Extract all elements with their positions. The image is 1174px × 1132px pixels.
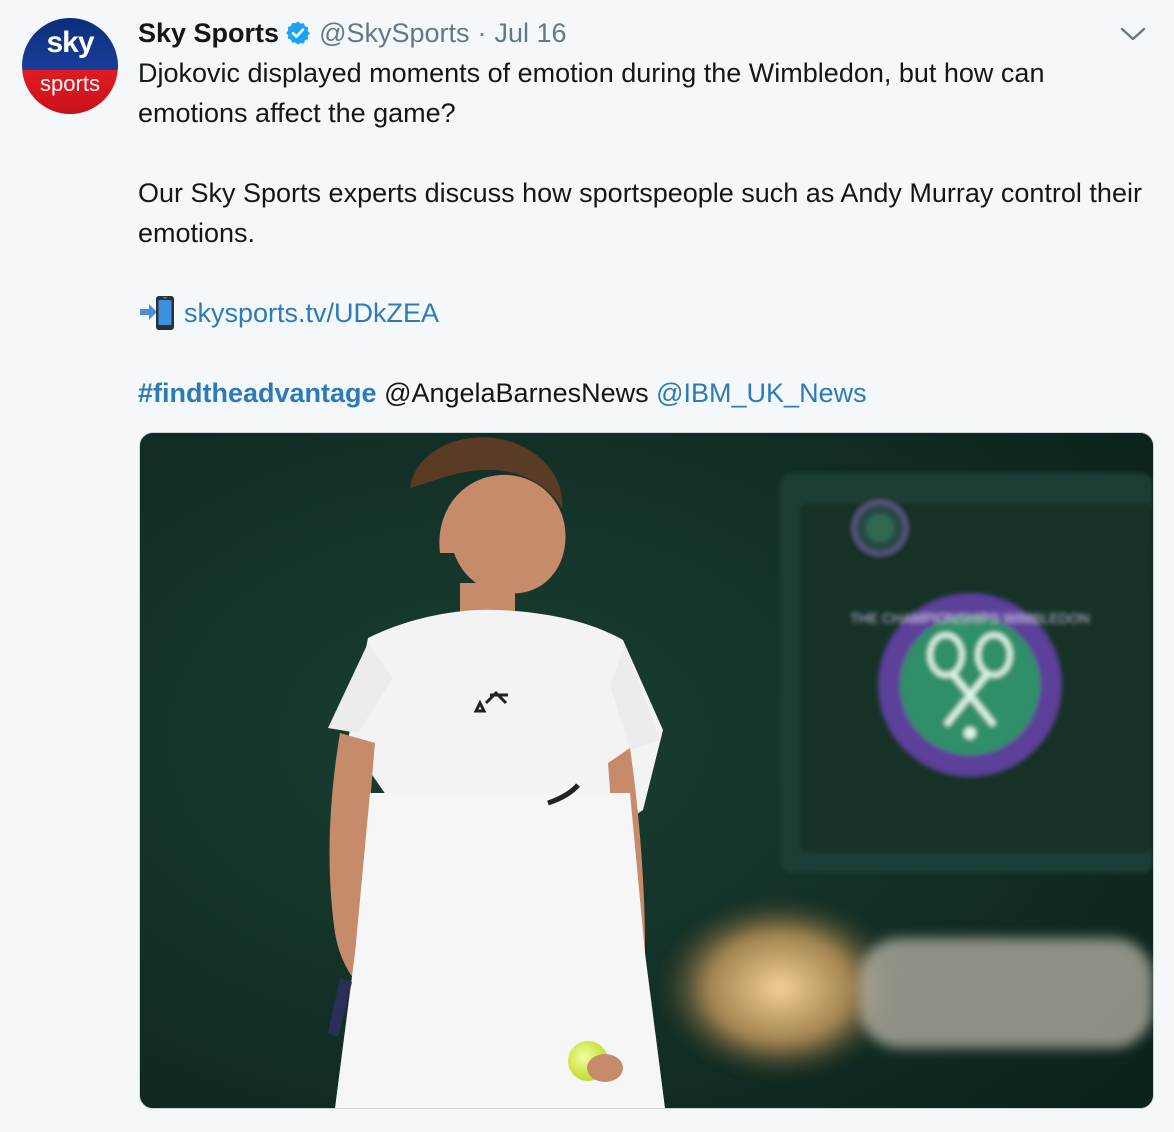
chevron-down-icon[interactable] bbox=[1118, 22, 1148, 46]
tweet-media-image[interactable]: THE CHAMPIONSHIPS WIMBLEDON bbox=[139, 432, 1154, 1109]
tweet-date[interactable]: Jul 16 bbox=[495, 16, 567, 50]
tweet-link[interactable]: skysports.tv/UDkZEA bbox=[184, 293, 439, 333]
tweet-header: Sky Sports @SkySports · Jul 16 bbox=[138, 16, 567, 50]
tweet-text: Djokovic displayed moments of emotion du… bbox=[138, 53, 1158, 413]
author-handle[interactable]: @SkySports bbox=[319, 16, 469, 50]
mention-ibm[interactable]: @IBM_UK_News bbox=[656, 378, 866, 408]
avatar-logo-sky: sky bbox=[46, 26, 94, 59]
mobile-phone-arrow-icon bbox=[138, 294, 178, 332]
avatar-logo-sports: sports bbox=[40, 71, 100, 96]
tags-line: #findtheadvantage @AngelaBarnesNews @IBM… bbox=[138, 373, 1158, 413]
link-line: skysports.tv/UDkZEA bbox=[138, 293, 1158, 333]
header-separator: · bbox=[477, 18, 487, 48]
tweet-paragraph-2: Our Sky Sports experts discuss how sport… bbox=[138, 178, 1142, 248]
avatar[interactable]: sky sports bbox=[22, 18, 118, 114]
author-name[interactable]: Sky Sports bbox=[138, 16, 279, 50]
logo-text: THE CHAMPIONSHIPS WIMBLEDON bbox=[850, 610, 1090, 626]
tweet: sky sports Sky Sports @SkySports · Jul 1… bbox=[0, 0, 1174, 1132]
hashtag-link[interactable]: #findtheadvantage bbox=[138, 378, 377, 408]
verified-badge-icon bbox=[285, 20, 311, 46]
mention-angela[interactable]: @AngelaBarnesNews bbox=[384, 378, 649, 408]
tweet-paragraph-1: Djokovic displayed moments of emotion du… bbox=[138, 58, 1045, 128]
